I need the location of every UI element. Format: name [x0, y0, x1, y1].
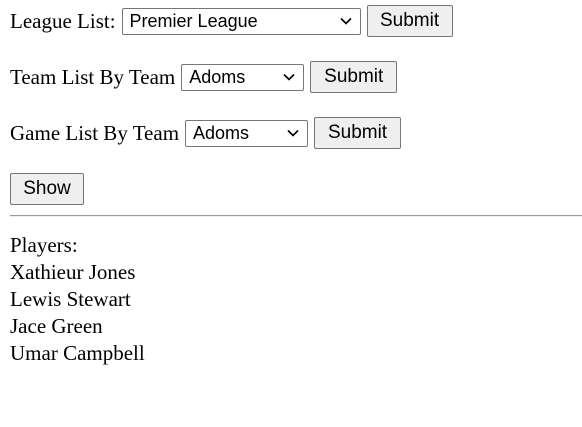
- player-item: Jace Green: [10, 314, 103, 338]
- league-list-label: League List:: [10, 8, 116, 33]
- show-row: Show: [10, 173, 84, 205]
- league-list-row: League List: Premier League Submit: [10, 5, 453, 37]
- players-heading: Players:: [10, 233, 78, 257]
- player-item: Umar Campbell: [10, 341, 145, 365]
- team-select[interactable]: Adoms: [181, 63, 305, 91]
- game-select[interactable]: Adoms: [185, 119, 309, 147]
- player-item: Xathieur Jones: [10, 260, 136, 284]
- game-list-row: Game List By Team Adoms Submit: [10, 117, 402, 149]
- divider: [10, 215, 582, 217]
- league-select-value: Premier League: [129, 10, 258, 31]
- show-button[interactable]: Show: [10, 173, 84, 205]
- league-submit-button[interactable]: Submit: [366, 5, 453, 37]
- game-submit-button[interactable]: Submit: [314, 117, 402, 149]
- chevron-down-icon: [339, 17, 352, 25]
- team-select-value: Adoms: [189, 66, 246, 87]
- chevron-down-icon: [283, 73, 295, 81]
- player-item: Lewis Stewart: [10, 287, 131, 311]
- chevron-down-icon: [287, 129, 299, 137]
- team-list-label: Team List By Team: [10, 64, 176, 89]
- team-list-row: Team List By Team Adoms Submit: [10, 61, 398, 93]
- team-submit-button[interactable]: Submit: [310, 61, 398, 93]
- game-select-value: Adoms: [193, 122, 250, 143]
- players-section: Players: Xathieur Jones Lewis Stewart Ja…: [10, 232, 145, 367]
- league-select[interactable]: Premier League: [121, 7, 361, 35]
- game-list-label: Game List By Team: [10, 120, 180, 145]
